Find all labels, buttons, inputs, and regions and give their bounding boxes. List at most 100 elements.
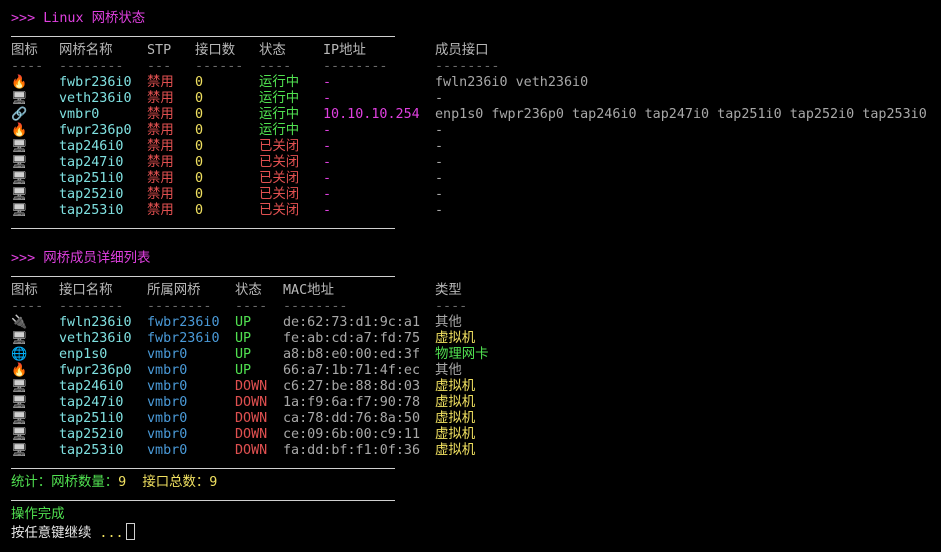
dash: ---- bbox=[435, 299, 468, 314]
iface-total-value: 9 bbox=[209, 475, 218, 490]
bridge-row: 🖥 tap252i0 禁用 0 已关闭 - - bbox=[0, 187, 941, 203]
bridge-name: tap253i0 bbox=[59, 203, 124, 218]
stp-status: 禁用 bbox=[147, 75, 174, 90]
parent-bridge: vmbr0 bbox=[147, 411, 188, 426]
iface-name: tap251i0 bbox=[59, 411, 124, 426]
iface-name: fwpr236p0 bbox=[59, 363, 132, 378]
link-icon: 🔗 bbox=[11, 107, 28, 122]
link-state: DOWN bbox=[235, 427, 268, 442]
member-row: 🌐 enp1s0 vmbr0 UP a8:b8:e0:00:ed:3f 物理网卡 bbox=[0, 347, 941, 363]
stp-status: 禁用 bbox=[147, 155, 174, 170]
continue-prompt[interactable]: 按任意键继续 ... bbox=[11, 523, 135, 541]
iface-type: 虚拟机 bbox=[435, 443, 476, 458]
monitor-icon: 🖥 bbox=[11, 427, 28, 442]
parent-bridge: fwbr236i0 bbox=[147, 331, 220, 346]
dash: -------- bbox=[147, 299, 212, 314]
iface-type: 其他 bbox=[435, 363, 462, 378]
bridge-status: 运行中 bbox=[259, 107, 300, 122]
bridge-row: 🖥 veth236i0 禁用 0 运行中 - - bbox=[0, 91, 941, 107]
bridge-name: tap252i0 bbox=[59, 187, 124, 202]
dash: ---- bbox=[235, 299, 268, 314]
ip-address: - bbox=[323, 91, 332, 106]
parent-bridge: vmbr0 bbox=[147, 427, 188, 442]
iface-type: 虚拟机 bbox=[435, 427, 476, 442]
terminal-window: >>> Linux 网桥状态 图标 网桥名称 STP 接口数 状态 IP地址 成… bbox=[0, 0, 941, 552]
link-state: UP bbox=[235, 363, 252, 378]
member-row: 🔌 fwln236i0 fwbr236i0 UP de:62:73:d1:9c:a1 其他 bbox=[0, 315, 941, 331]
col-header-icon: 图标 bbox=[11, 43, 38, 58]
monitor-icon: 🖥 bbox=[11, 395, 28, 410]
bridge-name: fwpr236p0 bbox=[59, 123, 132, 138]
member-row: 🖥 tap246i0 vmbr0 DOWN c6:27:be:88:8d:03 虚拟机 bbox=[0, 379, 941, 395]
iface-name: tap253i0 bbox=[59, 443, 124, 458]
bridge-row: 🔥 fwpr236p0 禁用 0 运行中 - - bbox=[0, 123, 941, 139]
members-section-title: >>> 网桥成员详细列表 bbox=[11, 251, 151, 266]
globe-icon: 🌐 bbox=[11, 347, 28, 362]
mac-address: ce:09:6b:00:c9:11 bbox=[283, 427, 421, 442]
bridge-row: 🖥 tap251i0 禁用 0 已关闭 - - bbox=[0, 171, 941, 187]
terminal-cursor[interactable] bbox=[125, 523, 135, 540]
iface-type: 虚拟机 bbox=[435, 331, 476, 346]
iface-type: 其他 bbox=[435, 315, 462, 330]
monitor-icon: 🖥 bbox=[11, 203, 28, 218]
ip-address: - bbox=[323, 171, 332, 186]
iface-count: 0 bbox=[195, 75, 204, 90]
mac-address: 1a:f9:6a:f7:90:78 bbox=[283, 395, 421, 410]
iface-name: enp1s0 bbox=[59, 347, 108, 362]
divider bbox=[11, 468, 395, 469]
bridge-name: veth236i0 bbox=[59, 91, 132, 106]
monitor-icon: 🖥 bbox=[11, 155, 28, 170]
dash: --- bbox=[147, 59, 172, 74]
ip-address: - bbox=[323, 139, 332, 154]
iface-type: 虚拟机 bbox=[435, 411, 476, 426]
monitor-icon: 🖥 bbox=[11, 171, 28, 186]
col-header-mac: MAC地址 bbox=[283, 283, 334, 298]
link-state: DOWN bbox=[235, 443, 268, 458]
stp-status: 禁用 bbox=[147, 91, 174, 106]
monitor-icon: 🖥 bbox=[11, 331, 28, 346]
parent-bridge: fwbr236i0 bbox=[147, 315, 220, 330]
bridges-table-underline: ---- -------- --- ------ ---- -------- -… bbox=[0, 59, 941, 75]
dash: -------- bbox=[323, 59, 388, 74]
operation-done: 操作完成 bbox=[11, 507, 65, 522]
ip-address: - bbox=[323, 155, 332, 170]
member-row: 🖥 tap251i0 vmbr0 DOWN ca:78:dd:76:8a:50 虚拟机 bbox=[0, 411, 941, 427]
dash: -------- bbox=[59, 299, 124, 314]
member-interfaces: enp1s0 fwpr236p0 tap246i0 tap247i0 tap25… bbox=[435, 107, 927, 122]
iface-count: 0 bbox=[195, 187, 204, 202]
bridge-status: 已关闭 bbox=[259, 139, 300, 154]
dash: -------- bbox=[435, 59, 500, 74]
iface-type: 物理网卡 bbox=[435, 347, 489, 362]
mac-address: c6:27:be:88:8d:03 bbox=[283, 379, 421, 394]
mac-address: a8:b8:e0:00:ed:3f bbox=[283, 347, 421, 362]
ip-address: 10.10.10.254 bbox=[323, 107, 420, 122]
iface-name: fwln236i0 bbox=[59, 315, 132, 330]
dash: ------ bbox=[195, 59, 244, 74]
bridge-status: 已关闭 bbox=[259, 171, 300, 186]
member-interfaces: - bbox=[435, 187, 444, 202]
members-table-underline: ---- -------- -------- ---- -------- ---… bbox=[0, 299, 941, 315]
iface-count: 0 bbox=[195, 123, 204, 138]
link-state: UP bbox=[235, 315, 252, 330]
bridge-status: 运行中 bbox=[259, 123, 300, 138]
mac-address: 66:a7:1b:71:4f:ec bbox=[283, 363, 421, 378]
iface-name: tap247i0 bbox=[59, 395, 124, 410]
bridge-status: 运行中 bbox=[259, 91, 300, 106]
iface-name: veth236i0 bbox=[59, 331, 132, 346]
member-interfaces: - bbox=[435, 171, 444, 186]
bridges-section-title: >>> Linux 网桥状态 bbox=[11, 11, 146, 26]
monitor-icon: 🖥 bbox=[11, 91, 28, 106]
col-header-iface-name: 接口名称 bbox=[59, 283, 113, 298]
dash: -------- bbox=[283, 299, 348, 314]
link-state: DOWN bbox=[235, 395, 268, 410]
mac-address: fe:ab:cd:a7:fd:75 bbox=[283, 331, 421, 346]
iface-count: 0 bbox=[195, 171, 204, 186]
mac-address: de:62:73:d1:9c:a1 bbox=[283, 315, 421, 330]
parent-bridge: vmbr0 bbox=[147, 347, 188, 362]
bridge-row: 🖥 tap246i0 禁用 0 已关闭 - - bbox=[0, 139, 941, 155]
continue-prompt-dots: ... bbox=[99, 526, 124, 541]
stats-prefix: 统计： bbox=[11, 475, 52, 490]
divider bbox=[11, 228, 395, 229]
col-header-type: 类型 bbox=[435, 283, 462, 298]
monitor-icon: 🖥 bbox=[11, 379, 28, 394]
